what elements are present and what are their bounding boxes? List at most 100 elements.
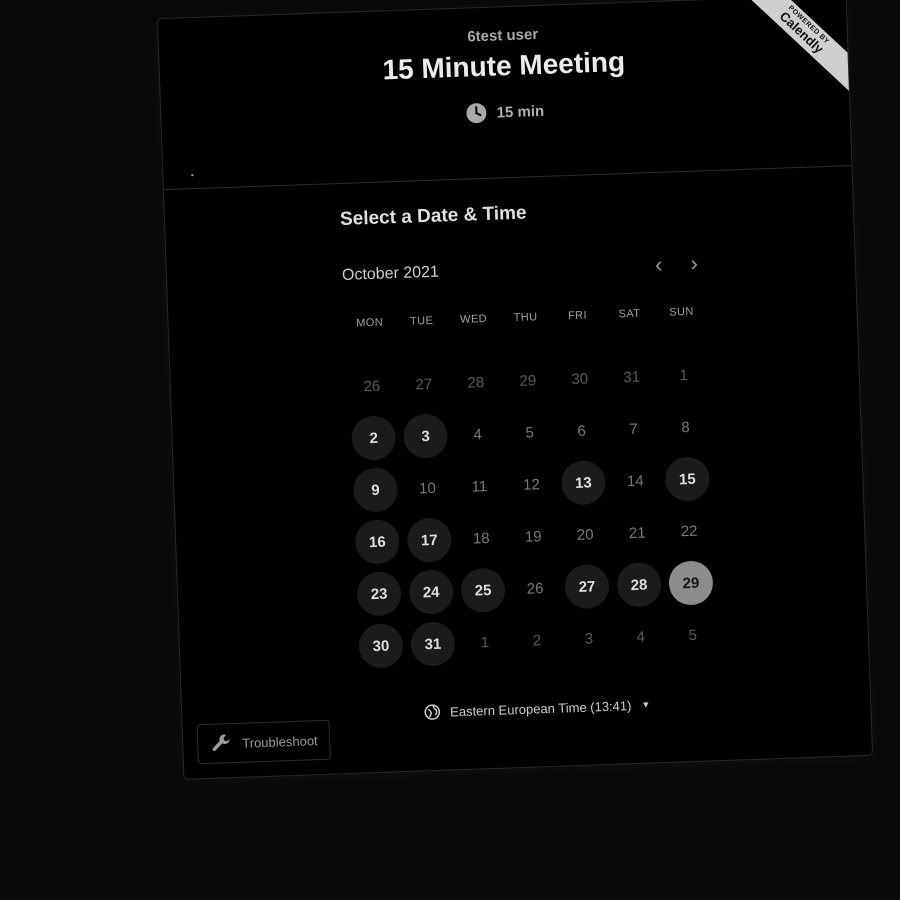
calendar-day-number: 2 [350, 415, 397, 461]
calendar-day[interactable]: 27 [560, 560, 614, 614]
calendar-day-number: 26 [363, 377, 381, 395]
calendar-day: 14 [608, 454, 662, 508]
calendar-day-number: 1 [679, 366, 689, 384]
calendar-day: 12 [505, 458, 559, 512]
calendar-day-number: 5 [525, 423, 535, 442]
calendar-day-number: 14 [626, 472, 644, 490]
calendar-day-number: 10 [418, 479, 437, 497]
calendar-day-number: 20 [576, 525, 594, 544]
calendar-day-number: 19 [524, 527, 542, 546]
globe-icon [424, 704, 441, 721]
calendar-day-number: 31 [623, 368, 641, 386]
caret-down-icon: ▼ [641, 699, 651, 710]
calendar-day: 4 [451, 407, 505, 461]
calendar-day-number: 3 [402, 413, 449, 459]
chevron-left-icon[interactable]: ‹ [655, 252, 663, 277]
calendar-day[interactable]: 13 [556, 456, 610, 510]
calendar-day-number: 30 [571, 369, 589, 388]
month-label: October 2021 [341, 263, 440, 284]
weekday-label: FRI [567, 309, 588, 323]
calendar-day-number: 4 [473, 425, 483, 443]
calendar-day: 30 [553, 352, 607, 406]
calendar-day-number: 7 [629, 420, 639, 438]
calendar-day-number: 29 [519, 371, 537, 390]
calendar-day: 29 [501, 354, 555, 408]
calendar-day-number: 18 [472, 529, 490, 548]
calendar-day-number: 27 [415, 375, 433, 393]
calendar-day-number: 22 [680, 522, 698, 540]
troubleshoot-button[interactable]: Troubleshoot [196, 719, 332, 765]
calendar-day: 20 [558, 508, 612, 562]
calendar-day-number: 24 [408, 569, 454, 615]
calendar-grid: MON TUE WED THU FRI SAT SUN 26 27 28 29 30 31… [343, 296, 725, 673]
calendar-day[interactable]: 23 [352, 567, 406, 621]
calendar-day[interactable]: 31 [406, 617, 460, 671]
calendar-day[interactable]: 25 [456, 563, 510, 617]
calendar-day-number: 26 [526, 579, 544, 598]
calendar-day: 4 [614, 610, 668, 664]
weekday-label: THU [513, 311, 538, 325]
calendar-day-selected[interactable]: 29 [664, 556, 718, 610]
calendar-day: 18 [454, 511, 508, 565]
calendar-day-number: 17 [406, 517, 453, 563]
calendar-day: 27 [397, 357, 451, 411]
calendar-day: 2 [510, 614, 564, 668]
weekday-label: MON [356, 316, 384, 330]
calendar-day-number: 6 [577, 422, 587, 440]
calendar-day-number: 4 [636, 628, 646, 646]
calendar-day: 7 [607, 402, 661, 456]
calendar-day: 26 [508, 562, 562, 616]
calendar-day-number: 23 [356, 571, 402, 617]
date-picker: Select a Date & Time October 2021 ‹ › MO… [340, 196, 728, 723]
timezone-selector[interactable]: Eastern European Time (13:41) ▼ [347, 694, 727, 723]
calendar-day-number: 1 [480, 633, 490, 651]
calendar-day: 31 [605, 350, 659, 404]
calendar-day[interactable]: 24 [404, 565, 458, 619]
wrench-icon [210, 732, 233, 755]
event-duration: 15 min [161, 90, 849, 134]
calendar-day-number: 21 [628, 524, 646, 542]
calendar-day-number: 29 [668, 560, 714, 606]
calendar-day-number: 5 [688, 626, 698, 644]
calendar-day: 10 [401, 461, 455, 515]
calendar-day[interactable]: 28 [612, 558, 666, 612]
weekday-label: TUE [409, 314, 434, 328]
picker-title: Select a Date & Time [339, 202, 527, 230]
calendar-day-number: 2 [532, 631, 542, 650]
calendar-day: 21 [610, 506, 664, 560]
calendar-day[interactable]: 15 [660, 452, 714, 506]
calendar-day[interactable]: 3 [399, 409, 453, 463]
calendar-day[interactable]: 30 [354, 619, 408, 673]
calendar-day: 5 [666, 608, 720, 662]
calendar-day[interactable]: 17 [402, 513, 456, 567]
chevron-right-icon[interactable]: › [690, 251, 698, 276]
calendar-day: 1 [458, 615, 512, 669]
clock-icon [466, 103, 487, 124]
calendar-day-number: 25 [460, 567, 506, 613]
calendar-day: 8 [659, 400, 713, 454]
calendar-day: 19 [506, 510, 560, 564]
calendar-day[interactable]: 9 [349, 463, 403, 517]
calendar-day[interactable]: 2 [347, 411, 401, 465]
calendar-day-number: 28 [467, 373, 485, 392]
calendar-day-number: 9 [352, 467, 399, 513]
calendar-day: 22 [662, 504, 716, 558]
calendar-day-number: 27 [564, 563, 610, 610]
calendar-day-number: 3 [584, 629, 594, 648]
calendar-day: 5 [503, 406, 557, 460]
weekday-label: WED [459, 312, 488, 326]
calendar-day: 1 [657, 348, 711, 402]
weekday-label: SUN [669, 305, 694, 319]
calendar-day: 11 [453, 459, 507, 513]
scheduling-card: POWERED BY Calendly 6test user 15 Minute… [156, 0, 874, 780]
calendar-day: 6 [555, 404, 609, 458]
timezone-label: Eastern European Time (13:41) [449, 697, 632, 719]
event-header: 6test user 15 Minute Meeting 15 min [157, 0, 852, 191]
calendar-day[interactable]: 16 [350, 515, 404, 569]
calendar-day-number: 13 [560, 459, 607, 506]
calendar-day-number: 12 [522, 475, 541, 494]
calendar-day-number: 15 [664, 456, 711, 502]
calendar-day-number: 28 [616, 562, 662, 608]
troubleshoot-label: Troubleshoot [241, 732, 318, 751]
duration-label: 15 min [496, 102, 545, 121]
